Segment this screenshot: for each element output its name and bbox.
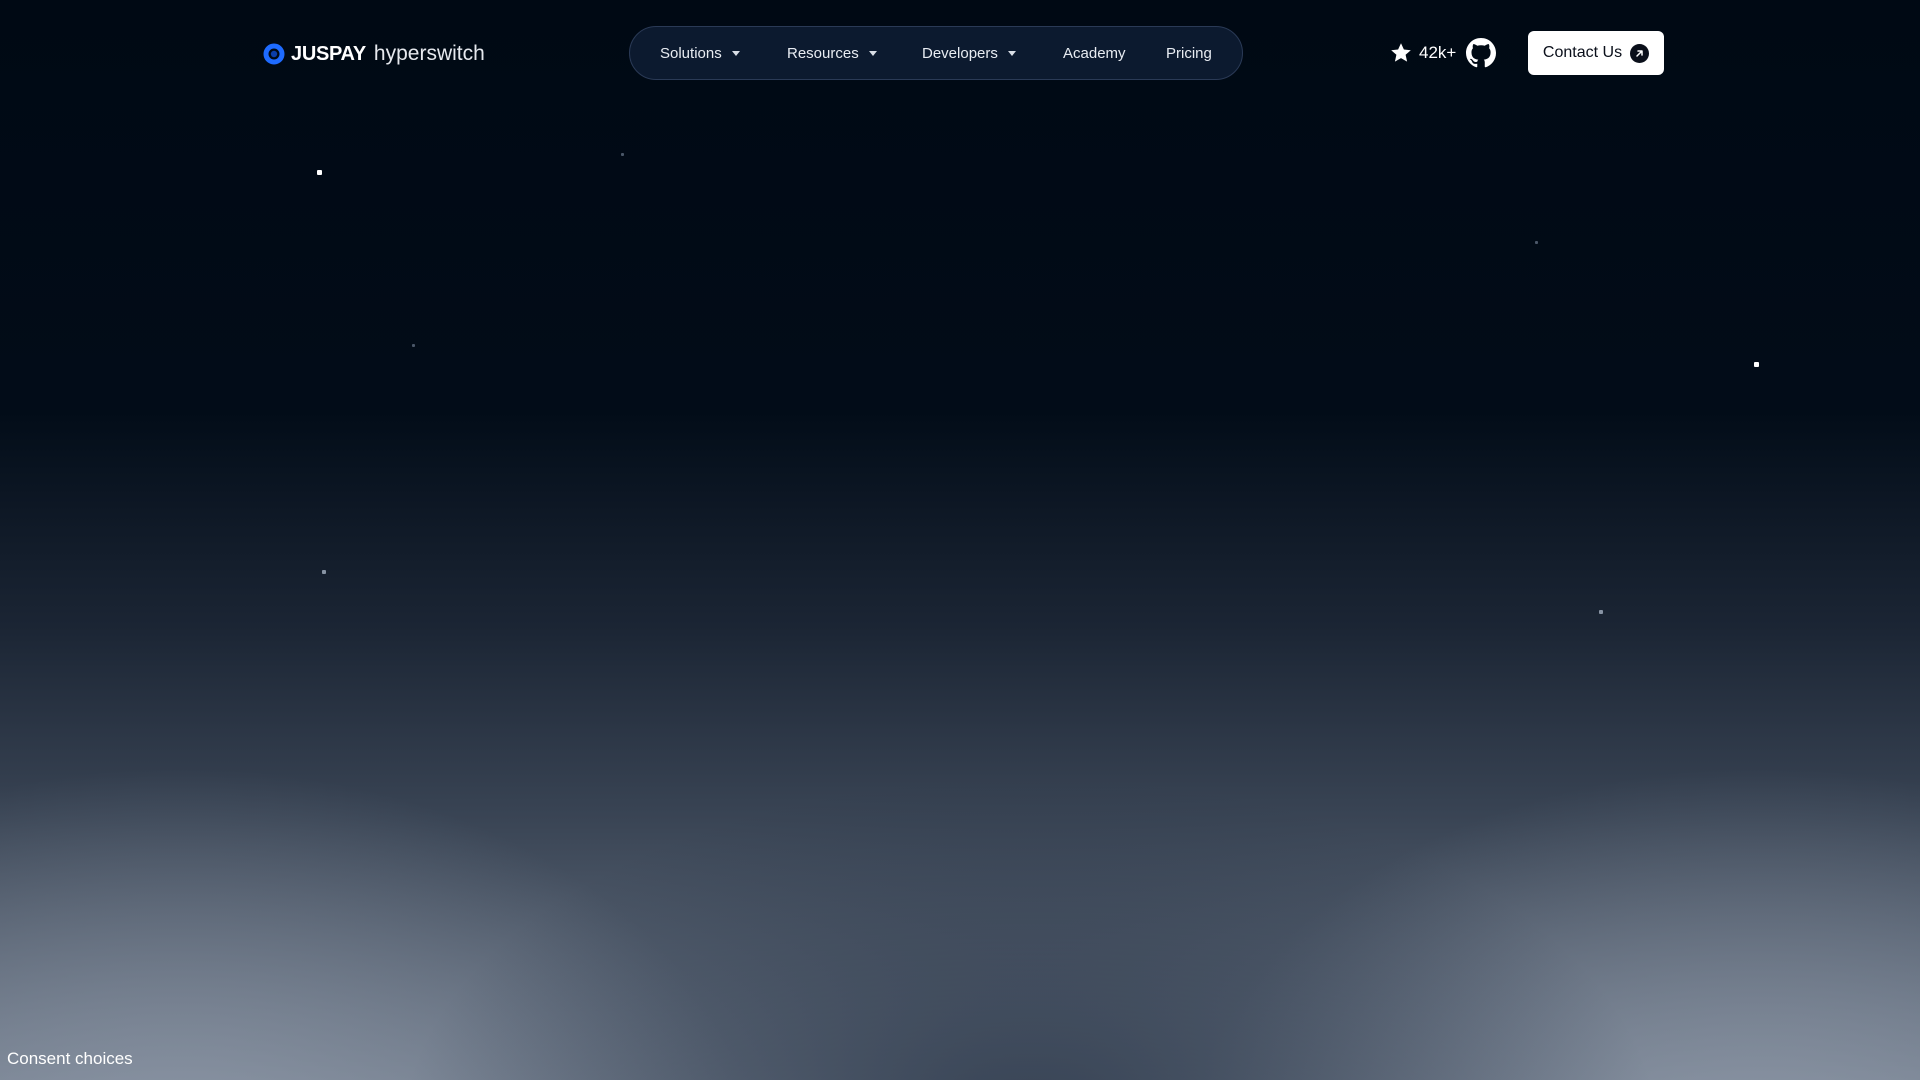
juspay-logo-icon [263, 43, 285, 65]
nav-item-pricing[interactable]: Pricing [1166, 27, 1212, 79]
logo-brand-text: JUSPAY [291, 42, 366, 65]
nav-item-resources[interactable]: Resources [787, 27, 877, 79]
star-particle [322, 570, 326, 574]
nav-item-label: Developers [922, 44, 998, 62]
nav-item-label: Pricing [1166, 44, 1212, 62]
github-stars-count: 42k+ [1419, 43, 1457, 62]
arrow-up-right-icon [1630, 43, 1650, 63]
nav-item-label: Academy [1063, 44, 1126, 62]
logo-product-text: hyperswitch [373, 42, 485, 65]
star-icon [1391, 43, 1411, 62]
github-stars-badge[interactable]: 42k+ [1389, 39, 1456, 67]
main-nav: Solutions Resources Developers Academy P… [629, 26, 1243, 80]
site-header: JUSPAY hyperswitch Solutions Resources D… [0, 0, 1920, 106]
nav-item-academy[interactable]: Academy [1063, 27, 1126, 79]
star-particle [1535, 241, 1538, 244]
nav-item-developers[interactable]: Developers [922, 27, 1016, 79]
site-logo[interactable]: JUSPAY hyperswitch [263, 40, 485, 68]
caret-down-icon [868, 51, 877, 56]
star-particle [1754, 362, 1759, 367]
nav-item-label: Solutions [660, 44, 722, 62]
star-particle [412, 344, 415, 347]
contact-us-button[interactable]: Contact Us [1528, 31, 1664, 75]
consent-choices-link[interactable]: Consent choices [7, 1049, 133, 1069]
star-particle [621, 153, 624, 156]
caret-down-icon [731, 51, 740, 56]
github-icon[interactable] [1466, 38, 1496, 68]
caret-down-icon [1007, 51, 1016, 56]
nav-item-label: Resources [787, 44, 859, 62]
star-particle [317, 170, 322, 175]
star-particle [1599, 610, 1603, 614]
nav-item-solutions[interactable]: Solutions [660, 27, 740, 79]
contact-us-label: Contact Us [1542, 44, 1623, 61]
